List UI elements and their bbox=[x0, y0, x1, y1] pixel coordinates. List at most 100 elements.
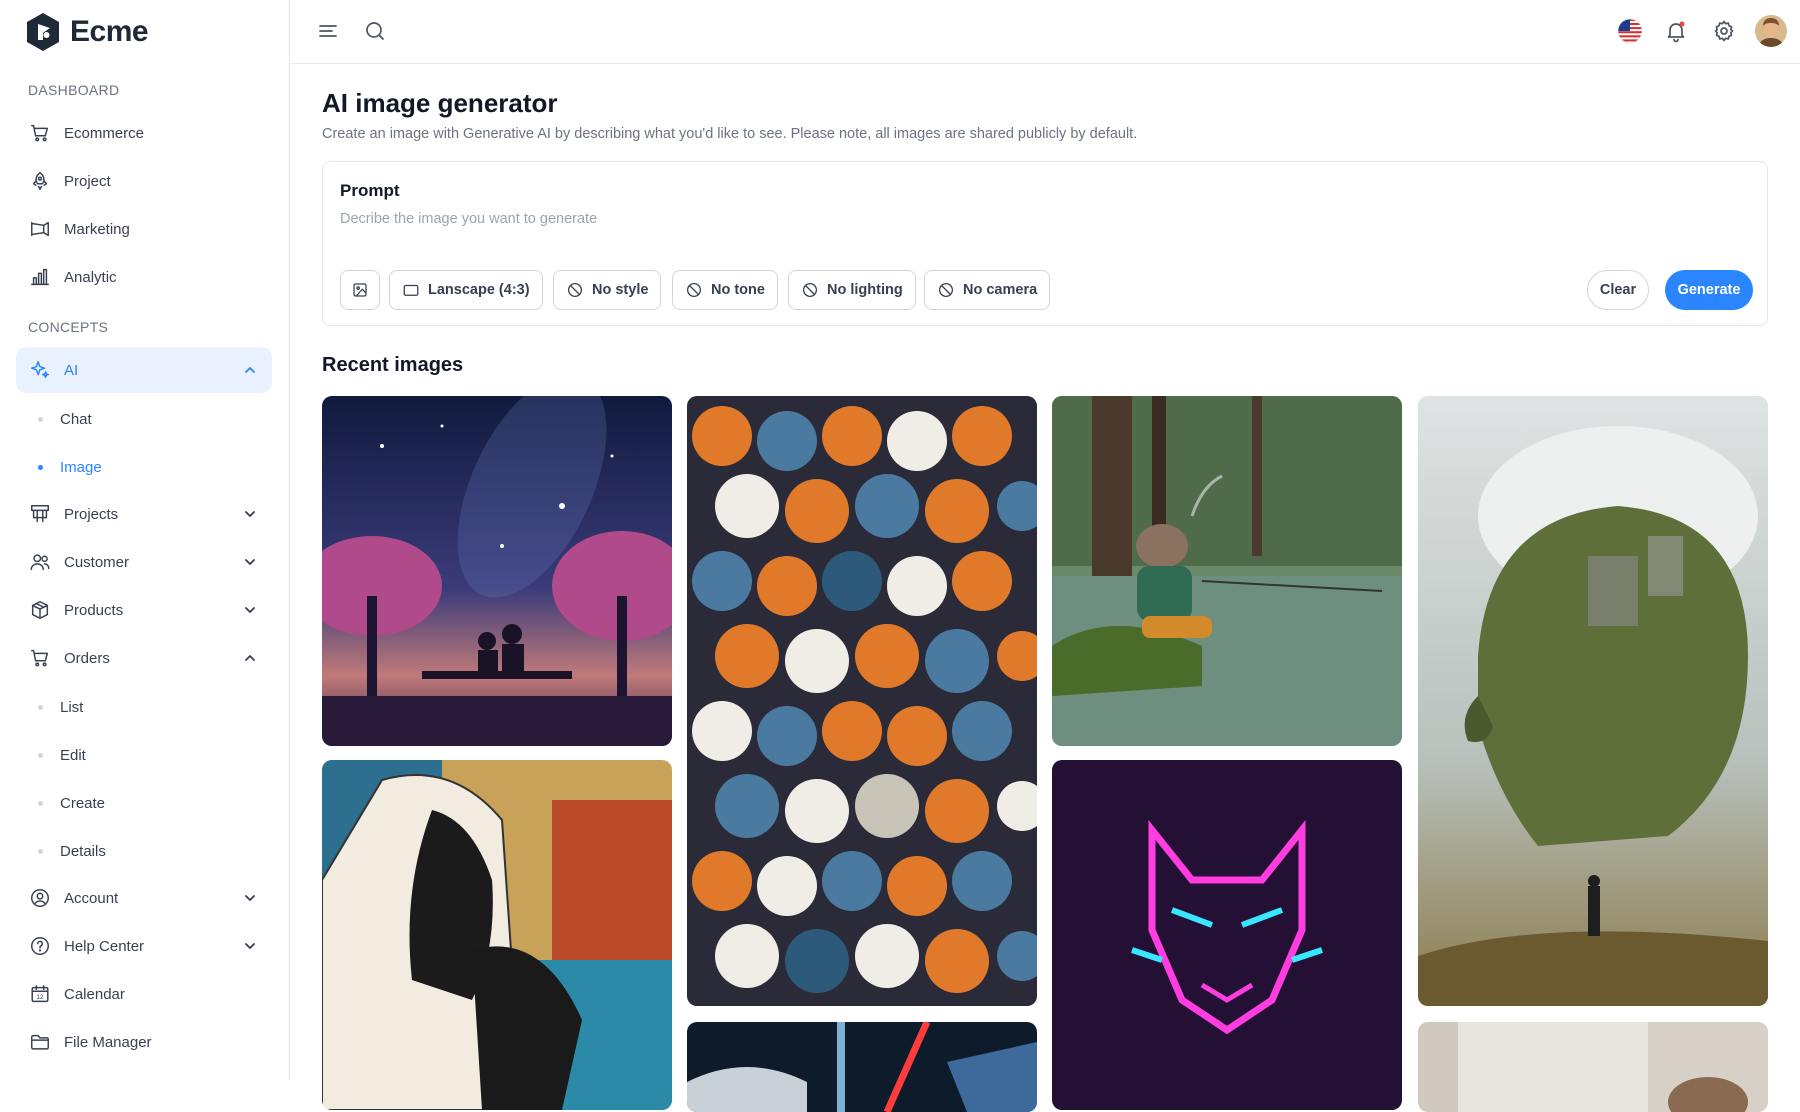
sidebar-item-label: Account bbox=[64, 889, 119, 907]
sidebar: Ecme DASHBOARD Ecommerce Project Marketi… bbox=[0, 0, 290, 1080]
style-select[interactable]: No style bbox=[553, 270, 662, 310]
bullet-dot bbox=[38, 801, 43, 806]
tone-label: No tone bbox=[711, 282, 765, 298]
box-icon bbox=[28, 598, 52, 622]
help-icon bbox=[28, 934, 52, 958]
mosaic-image bbox=[322, 760, 672, 1110]
generate-button[interactable]: Generate bbox=[1665, 270, 1753, 310]
prompt-label: Prompt bbox=[340, 181, 400, 200]
style-label: No style bbox=[592, 282, 649, 298]
search-button[interactable] bbox=[362, 18, 388, 44]
menu-toggle-button[interactable] bbox=[315, 18, 341, 44]
recent-image-forest-head[interactable] bbox=[1418, 396, 1768, 1006]
topbar bbox=[291, 0, 1800, 64]
lighting-label: No lighting bbox=[827, 282, 903, 298]
sidebar-item-help-center[interactable]: Help Center bbox=[16, 923, 272, 969]
sidebar-subitem-edit[interactable]: Edit bbox=[16, 735, 272, 775]
camera-select[interactable]: No camera bbox=[924, 270, 1051, 310]
sidebar-item-projects[interactable]: Projects bbox=[16, 491, 272, 537]
section-dashboard: DASHBOARD bbox=[28, 82, 120, 98]
clear-button[interactable]: Clear bbox=[1587, 270, 1649, 310]
forest-head-image bbox=[1418, 396, 1768, 1006]
sidebar-subitem-image[interactable]: Image bbox=[16, 447, 272, 487]
camera-label: No camera bbox=[963, 282, 1038, 298]
settings-button[interactable] bbox=[1711, 18, 1737, 44]
bullet-dot bbox=[38, 705, 43, 710]
recent-image-fishing-cat[interactable] bbox=[1052, 396, 1402, 746]
prompt-card: Prompt Lanscape (4:3) No style No tone N… bbox=[322, 161, 1768, 326]
upload-image-button[interactable] bbox=[340, 270, 380, 310]
lighting-select[interactable]: No lighting bbox=[788, 270, 916, 310]
sidebar-item-orders[interactable]: Orders bbox=[16, 635, 272, 681]
bell-icon bbox=[1667, 21, 1685, 43]
ban-icon bbox=[938, 282, 954, 298]
sidebar-subitem-chat[interactable]: Chat bbox=[16, 399, 272, 439]
chevron-up-icon bbox=[242, 362, 258, 378]
cart-icon bbox=[28, 646, 52, 670]
section-concepts: CONCEPTS bbox=[28, 319, 109, 335]
sidebar-item-analytic[interactable]: Analytic bbox=[16, 254, 272, 300]
megaphone-icon bbox=[28, 217, 52, 241]
sidebar-subitem-list[interactable]: List bbox=[16, 687, 272, 727]
logo[interactable]: Ecme bbox=[24, 12, 149, 52]
sidebar-item-marketing[interactable]: Marketing bbox=[16, 206, 272, 252]
neon-cat-image bbox=[1052, 760, 1402, 1110]
recent-image-starry-night[interactable] bbox=[322, 396, 672, 746]
chevron-up-icon bbox=[242, 650, 258, 666]
sidebar-subitem-details[interactable]: Details bbox=[16, 831, 272, 871]
recent-image-neon-cat[interactable] bbox=[1052, 760, 1402, 1110]
recent-image-sci-fi[interactable] bbox=[687, 1022, 1037, 1112]
chevron-down-icon bbox=[242, 890, 258, 906]
avatar[interactable] bbox=[1754, 14, 1788, 48]
sidebar-subitem-label: Create bbox=[60, 794, 106, 812]
sidebar-item-label: Marketing bbox=[64, 220, 130, 238]
starry-night-image bbox=[322, 396, 672, 746]
aspect-ratio-select[interactable]: Lanscape (4:3) bbox=[389, 270, 543, 310]
avatar-image bbox=[1755, 15, 1787, 47]
sidebar-item-project[interactable]: Project bbox=[16, 158, 272, 204]
bullet-dot bbox=[38, 753, 43, 758]
sidebar-subitem-create[interactable]: Create bbox=[16, 783, 272, 823]
folder-icon bbox=[28, 1030, 52, 1054]
page-title: AI image generator bbox=[322, 88, 558, 118]
chevron-down-icon bbox=[242, 602, 258, 618]
sidebar-subitem-label: Chat bbox=[60, 410, 92, 428]
recent-image-interior[interactable] bbox=[1418, 1022, 1768, 1112]
sidebar-item-label: Calendar bbox=[64, 985, 125, 1003]
ban-icon bbox=[567, 282, 583, 298]
sidebar-subitem-label: Details bbox=[60, 842, 106, 860]
tone-select[interactable]: No tone bbox=[672, 270, 778, 310]
interior-image bbox=[1418, 1022, 1768, 1112]
notifications-button[interactable] bbox=[1663, 18, 1689, 44]
sidebar-item-customer[interactable]: Customer bbox=[16, 539, 272, 585]
recent-image-mosaic[interactable] bbox=[322, 760, 672, 1110]
bullet-dot bbox=[38, 417, 43, 422]
cart-icon bbox=[28, 121, 52, 145]
sidebar-item-label: Projects bbox=[64, 505, 119, 523]
image-icon bbox=[353, 283, 367, 297]
sidebar-item-account[interactable]: Account bbox=[16, 875, 272, 921]
chevron-down-icon bbox=[242, 506, 258, 522]
kanban-icon bbox=[28, 502, 52, 526]
sidebar-item-label: Orders bbox=[64, 649, 110, 667]
recent-image-cats-pattern[interactable] bbox=[687, 396, 1037, 1006]
sidebar-item-ai[interactable]: AI bbox=[16, 347, 272, 393]
sidebar-item-label: File Manager bbox=[64, 1033, 152, 1051]
prompt-input[interactable] bbox=[340, 205, 1440, 233]
sidebar-subitem-label: Edit bbox=[60, 746, 86, 764]
app-name: Ecme bbox=[70, 15, 149, 48]
user-circle-icon bbox=[28, 886, 52, 910]
sidebar-item-ecommerce[interactable]: Ecommerce bbox=[16, 110, 272, 156]
sidebar-item-label: Ecommerce bbox=[64, 124, 145, 142]
sidebar-item-label: Help Center bbox=[64, 937, 145, 955]
sidebar-item-products[interactable]: Products bbox=[16, 587, 272, 633]
gear-icon bbox=[1714, 20, 1734, 42]
sidebar-item-calendar[interactable]: 12 Calendar bbox=[16, 971, 272, 1017]
sidebar-subitem-label: Image bbox=[60, 458, 102, 476]
sidebar-item-file-manager[interactable]: File Manager bbox=[16, 1019, 272, 1065]
sidebar-item-label: Project bbox=[64, 172, 111, 190]
fishing-cat-image bbox=[1052, 396, 1402, 746]
sidebar-item-label: AI bbox=[64, 361, 79, 379]
language-selector[interactable] bbox=[1615, 16, 1645, 46]
sparkle-icon bbox=[28, 358, 52, 382]
